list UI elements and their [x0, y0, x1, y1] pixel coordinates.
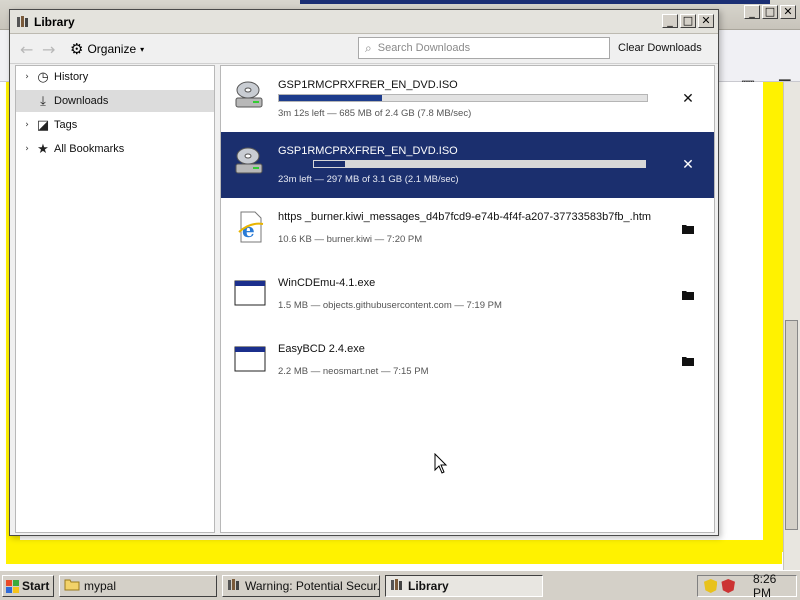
expand-arrow-icon[interactable]: › — [20, 120, 34, 130]
ie-page-icon: e — [233, 210, 267, 244]
download-item[interactable]: WinCDEmu-4.1.exe 1.5 MB — objects.github… — [221, 264, 714, 330]
clear-downloads-button[interactable]: Clear Downloads — [618, 42, 702, 54]
antivirus-shield-icon[interactable] — [721, 579, 735, 593]
library-toolbar: ← → ⚙ Organize ▾ ⌕ Clear Downloads — [10, 34, 718, 64]
disc-drive-icon — [233, 144, 267, 178]
library-icon — [16, 15, 30, 29]
security-shield-icon[interactable] — [704, 579, 718, 593]
taskbar-item-label: mypal — [84, 579, 117, 593]
sidebar-item-downloads[interactable]: ⤓ Downloads — [16, 90, 214, 112]
organize-label: Organize — [87, 42, 137, 56]
download-item[interactable]: e https _burner.kiwi_messages_d4b7fcd9-e… — [221, 198, 714, 264]
download-name: GSP1RMCPRXFRER_EN_DVD.ISO — [278, 79, 458, 91]
library-window: Library _ □ ✕ ← → ⚙ Organize ▾ ⌕ Clear D… — [9, 9, 719, 536]
titlebar-accent — [300, 0, 770, 4]
exe-window-icon — [233, 342, 267, 376]
system-tray: 8:26 PM — [697, 572, 797, 600]
start-label: Start — [22, 579, 50, 593]
download-item[interactable]: EasyBCD 2.4.exe 2.2 MB — neosmart.net — … — [221, 330, 714, 396]
sidebar-item-label: Tags — [54, 119, 78, 131]
folder-icon — [64, 578, 80, 594]
bg-close-button[interactable]: ✕ — [780, 5, 796, 19]
library-icon — [390, 578, 404, 595]
taskbar-item-label: Library — [408, 579, 449, 593]
download-name: WinCDEmu-4.1.exe — [278, 277, 376, 289]
sidebar-item-history[interactable]: › ◷ History — [16, 66, 214, 88]
expand-arrow-icon[interactable]: › — [20, 72, 34, 82]
search-input[interactable] — [375, 41, 591, 55]
taskbar: Start mypal Warning: Potential Secur... … — [0, 570, 800, 600]
download-status: 1.5 MB — objects.githubusercontent.com —… — [278, 300, 502, 311]
gear-icon: ⚙ — [70, 40, 84, 58]
taskbar-item-warning[interactable]: Warning: Potential Secur... — [222, 575, 380, 597]
download-status: 10.6 KB — burner.kiwi — 7:20 PM — [278, 234, 423, 245]
sidebar-item-tags[interactable]: › ◪ Tags — [16, 114, 214, 136]
download-item[interactable]: GSP1RMCPRXFRER_EN_DVD.ISO 3m 12s left — … — [221, 66, 714, 132]
progress-fill — [279, 95, 383, 101]
open-folder-icon[interactable] — [679, 222, 697, 240]
page-yellow-border — [6, 540, 782, 564]
start-button[interactable]: Start — [2, 575, 54, 597]
chevron-down-icon: ▾ — [140, 44, 145, 54]
open-folder-icon[interactable] — [679, 354, 697, 372]
forward-arrow-icon[interactable]: → — [42, 40, 55, 59]
organize-button[interactable]: ⚙ Organize ▾ — [70, 40, 144, 58]
download-progress-bar — [278, 94, 648, 102]
download-icon: ⤓ — [40, 93, 46, 109]
disc-drive-icon — [233, 78, 267, 112]
download-item-selected[interactable]: GSP1RMCPRXFRER_EN_DVD.ISO 23m left — 297… — [221, 132, 714, 198]
search-box[interactable]: ⌕ — [358, 37, 610, 59]
download-name: GSP1RMCPRXFRER_EN_DVD.ISO — [278, 145, 458, 157]
bg-maximize-button[interactable]: □ — [762, 5, 778, 19]
search-icon: ⌕ — [365, 40, 372, 55]
clock[interactable]: 8:26 PM — [753, 572, 796, 600]
minimize-button[interactable]: _ — [662, 14, 678, 28]
sidebar-item-all-bookmarks[interactable]: › ★ All Bookmarks — [16, 138, 214, 160]
close-button[interactable]: ✕ — [698, 14, 714, 28]
exe-window-icon — [233, 276, 267, 310]
star-icon: ★ — [37, 141, 49, 157]
download-progress-bar — [313, 160, 646, 168]
progress-fill — [314, 161, 346, 167]
sidebar-item-label: History — [54, 71, 89, 83]
browser-icon — [227, 578, 241, 595]
library-title: Library — [34, 15, 75, 29]
page-yellow-border — [763, 82, 783, 552]
expand-arrow-icon[interactable]: › — [20, 144, 34, 154]
cancel-icon[interactable]: ✕ — [679, 156, 697, 174]
open-folder-icon[interactable] — [679, 288, 697, 306]
taskbar-item-mypal[interactable]: mypal — [59, 575, 217, 597]
windows-logo-icon — [6, 579, 19, 593]
tag-icon: ◪ — [36, 117, 50, 133]
download-status: 3m 12s left — 685 MB of 2.4 GB (7.8 MB/s… — [278, 108, 472, 119]
cancel-icon[interactable]: ✕ — [679, 90, 697, 108]
clock-icon: ◷ — [37, 69, 49, 85]
maximize-button[interactable]: □ — [680, 14, 696, 28]
sidebar-item-label: All Bookmarks — [54, 143, 125, 155]
page-scrollbar-thumb[interactable] — [785, 320, 798, 530]
svg-text:e: e — [242, 218, 255, 242]
sidebar-item-label: Downloads — [54, 95, 109, 107]
taskbar-item-label: Warning: Potential Secur... — [245, 579, 380, 593]
taskbar-item-library[interactable]: Library — [385, 575, 543, 597]
download-name: https _burner.kiwi_messages_d4b7fcd9-e74… — [278, 211, 652, 223]
library-titlebar[interactable]: Library _ □ ✕ — [10, 10, 718, 34]
downloads-list: GSP1RMCPRXFRER_EN_DVD.ISO 3m 12s left — … — [220, 65, 715, 533]
back-arrow-icon[interactable]: ← — [20, 40, 33, 59]
download-name: EasyBCD 2.4.exe — [278, 343, 365, 355]
download-status: 2.2 MB — neosmart.net — 7:15 PM — [278, 366, 429, 377]
bg-minimize-button[interactable]: _ — [744, 5, 760, 19]
download-status: 23m left — 297 MB of 3.1 GB (2.1 MB/sec) — [278, 174, 459, 185]
library-sidebar: › ◷ History ⤓ Downloads › ◪ Tags › ★ All… — [15, 65, 215, 533]
